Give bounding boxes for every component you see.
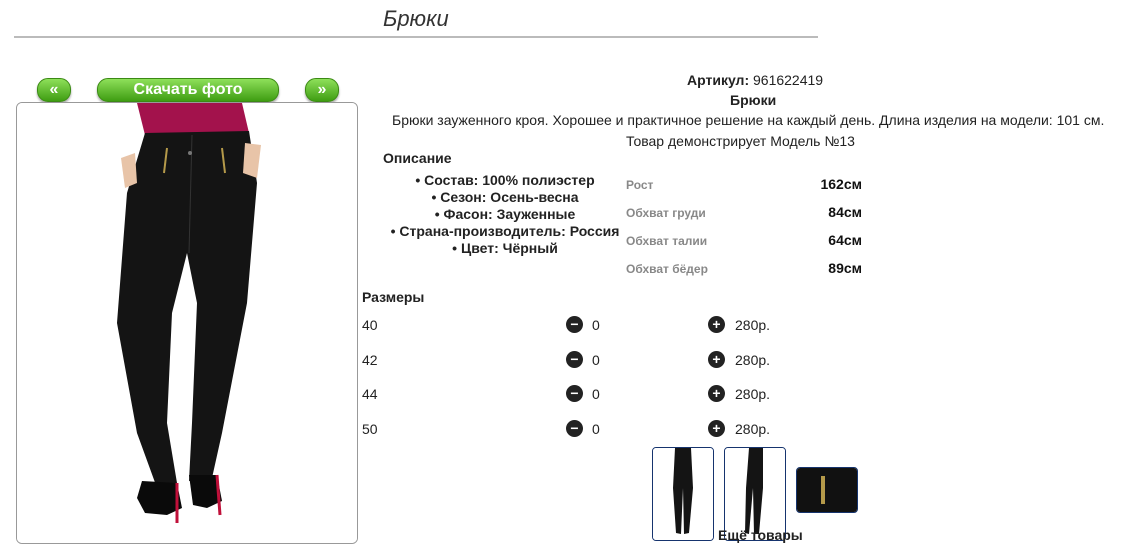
product-photo xyxy=(16,102,358,544)
feature-item: Фасон: Зауженные xyxy=(380,206,630,223)
size-label: 42 xyxy=(362,352,378,368)
model-measures: Рост 162см Обхват груди 84см Обхват тали… xyxy=(626,176,862,288)
model-line: Товар демонстрирует Модель №13 xyxy=(626,133,855,149)
size-label: 40 xyxy=(362,317,378,333)
product-description: Брюки зауженного кроя. Хорошее и практич… xyxy=(392,112,1105,128)
product-name: Брюки xyxy=(730,92,777,108)
measure-value: 84см xyxy=(828,204,862,220)
feature-item: Цвет: Чёрный xyxy=(380,240,630,257)
price-value: 280р. xyxy=(735,317,771,333)
thumbnail-image xyxy=(653,448,713,540)
size-row: 50 − 0 + 280р. xyxy=(362,419,782,439)
article-value: 961622419 xyxy=(753,72,824,88)
price-value: 280р. xyxy=(735,421,771,437)
measure-row: Обхват талии 64см xyxy=(626,232,862,260)
measure-value: 89см xyxy=(828,260,862,276)
decrease-qty-button[interactable]: − xyxy=(566,316,583,333)
trousers-model-image xyxy=(17,103,357,543)
measure-value: 162см xyxy=(820,176,862,192)
size-row: 42 − 0 + 280р. xyxy=(362,350,782,370)
quantity-value: 0 xyxy=(592,386,600,402)
title-divider xyxy=(14,36,818,38)
size-row: 40 − 0 + 280р. xyxy=(362,315,782,335)
measure-label: Рост xyxy=(626,178,654,192)
article-line: Артикул: 961622419 xyxy=(687,72,823,88)
thumbnail-image xyxy=(797,468,857,512)
features-list: Состав: 100% полиэстер Сезон: Осень-весн… xyxy=(380,172,630,257)
size-label: 44 xyxy=(362,386,378,402)
increase-qty-button[interactable]: + xyxy=(708,385,725,402)
increase-qty-button[interactable]: + xyxy=(708,316,725,333)
measure-value: 64см xyxy=(828,232,862,248)
measure-label: Обхват талии xyxy=(626,234,708,248)
more-goods-link[interactable]: Ещё товары xyxy=(718,527,803,543)
page-title: Брюки xyxy=(383,6,449,31)
measure-label: Обхват груди xyxy=(626,206,706,220)
decrease-qty-button[interactable]: − xyxy=(566,385,583,402)
feature-item: Сезон: Осень-весна xyxy=(380,189,630,206)
measure-row: Обхват груди 84см xyxy=(626,204,862,232)
measure-row: Обхват бёдер 89см xyxy=(626,260,862,288)
quantity-value: 0 xyxy=(592,352,600,368)
quantity-value: 0 xyxy=(592,421,600,437)
measure-row: Рост 162см xyxy=(626,176,862,204)
size-label: 50 xyxy=(362,421,378,437)
price-value: 280р. xyxy=(735,352,771,368)
article-label: Артикул: xyxy=(687,72,750,88)
download-photo-button[interactable]: Скачать фото xyxy=(97,78,279,102)
feature-item: Страна-производитель: Россия xyxy=(380,223,630,240)
price-value: 280р. xyxy=(735,386,771,402)
size-row: 44 − 0 + 280р. xyxy=(362,384,782,404)
thumbnail-front[interactable] xyxy=(652,447,714,541)
prev-photo-button[interactable]: « xyxy=(37,78,71,102)
thumbnail-detail[interactable] xyxy=(796,467,858,513)
quantity-value: 0 xyxy=(592,317,600,333)
feature-item: Состав: 100% полиэстер xyxy=(380,172,630,189)
increase-qty-button[interactable]: + xyxy=(708,420,725,437)
sizes-heading: Размеры xyxy=(362,289,425,305)
decrease-qty-button[interactable]: − xyxy=(566,420,583,437)
increase-qty-button[interactable]: + xyxy=(708,351,725,368)
decrease-qty-button[interactable]: − xyxy=(566,351,583,368)
next-photo-button[interactable]: » xyxy=(305,78,339,102)
measure-label: Обхват бёдер xyxy=(626,262,708,276)
description-heading: Описание xyxy=(383,150,452,166)
